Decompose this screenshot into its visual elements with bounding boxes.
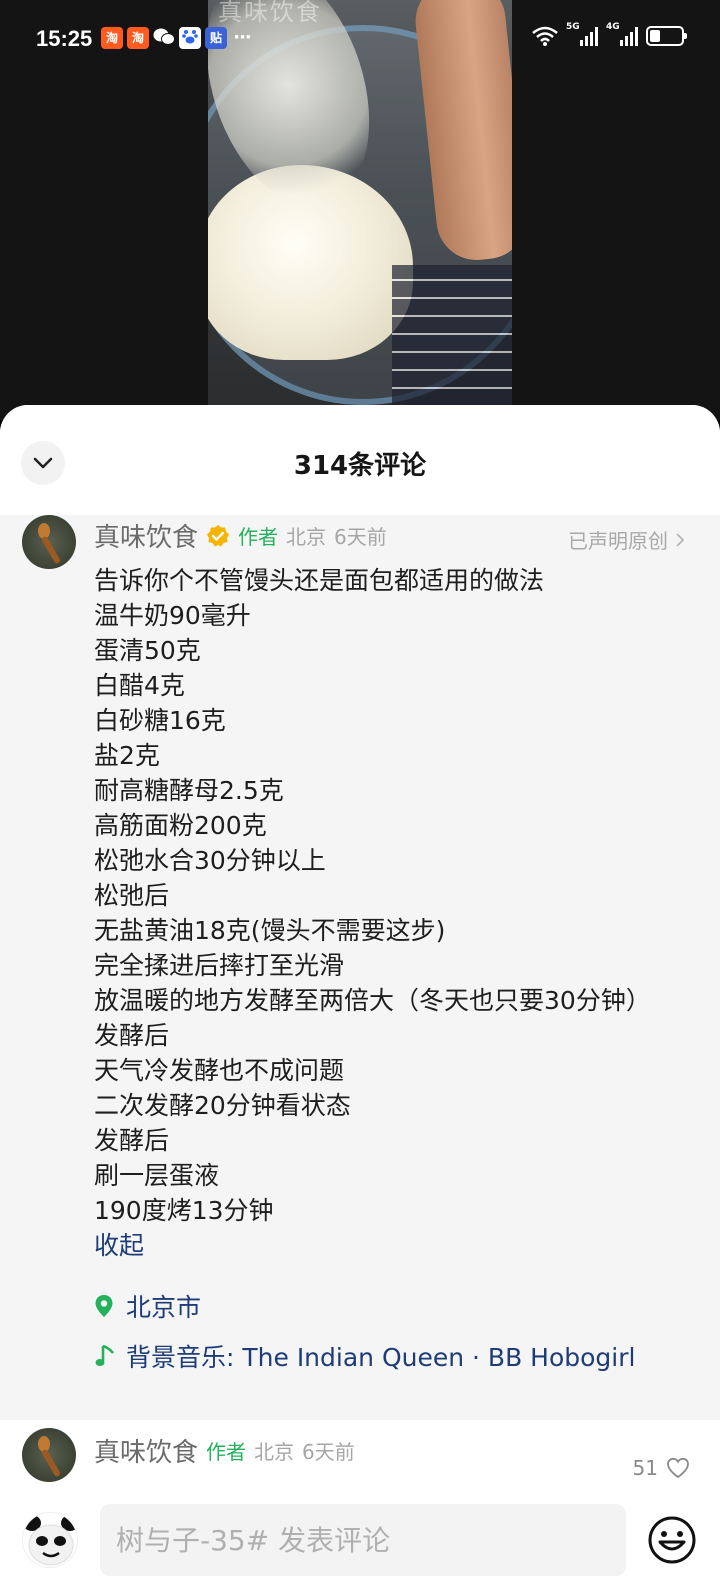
cloth-image [392,265,512,405]
comment-location: 北京 [254,1440,295,1464]
battery-icon [646,26,687,46]
comment-line: 蛋清50克 [94,636,201,665]
comment-location: 北京 [286,525,327,549]
comment-line: 白砂糖16克 [94,706,226,735]
comment-line: 耐高糖酵母2.5克 [94,776,284,805]
author-avatar[interactable] [22,1428,76,1482]
comment-header: 真味饮食 作者 北京 6天前 [94,517,387,554]
comment-time: 6天前 [302,1440,355,1464]
comment-line: 温牛奶90毫升 [94,601,251,630]
comment-input-bar [0,1490,720,1592]
system-icons: 5G 4G [532,22,687,46]
comment-line: 松弛后 [94,881,170,910]
user-avatar[interactable] [22,1512,78,1568]
sheet-header: 314条评论 [0,405,720,515]
like-button[interactable]: 51 [633,1456,690,1480]
emoji-icon[interactable] [646,1514,698,1566]
comment-line: 190度烤13分钟 [94,1196,274,1225]
comment-input[interactable] [100,1504,626,1576]
comment-line: 完全揉进后摔打至光滑 [94,951,345,980]
author-tag: 作者 [206,1440,247,1464]
signal-5g-icon: 5G [566,22,598,46]
author-name[interactable]: 真味饮食 [94,1432,198,1469]
tieba-icon: 贴 [205,27,227,49]
comment-time: 6天前 [334,525,387,549]
status-bar: 15:25 淘 淘 贴 ··· 5G 4G [0,0,720,80]
location-pin-icon [95,1295,113,1317]
comment-line: 放温暖的地方发酵至两倍大（冬天也只要30分钟） [94,986,651,1015]
notification-icons: 淘 淘 贴 ··· [101,27,253,49]
more-dots-icon: ··· [233,27,252,48]
comment-line: 无盐黄油18克(馒头不需要这步) [94,916,446,945]
wechat-icon [153,27,175,49]
comment-line: 松弛水合30分钟以上 [94,846,326,875]
panda-face-icon [23,1513,77,1567]
baidu-icon [179,27,201,49]
chevron-right-icon [676,532,684,547]
comment-line: 白醋4克 [94,671,185,700]
comment-line: 发酵后 [94,1021,170,1050]
taobao-icon: 淘 [101,27,123,49]
signal-4g-icon: 4G [606,22,638,46]
music-note-icon [95,1344,115,1366]
pinned-comment[interactable]: 真味饮食 作者 北京 6天前 已声明原创 告诉你个不管馒头还是面包都适用的做法 … [0,515,720,1420]
music-text: 背景音乐: The Indian Queen · BB Hobogirl [126,1343,636,1372]
comment-line: 高筋面粉200克 [94,811,267,840]
comment-line: 刷一层蛋液 [94,1161,220,1190]
comment-line: 告诉你个不管馒头还是面包都适用的做法 [94,566,545,595]
location-text: 北京市 [126,1293,202,1322]
declared-label: 已声明原创 [568,529,668,553]
original-declared-link[interactable]: 已声明原创 [568,525,684,554]
comment-body: 告诉你个不管馒头还是面包都适用的做法 温牛奶90毫升 蛋清50克 白醋4克 白砂… [94,563,714,1263]
comment-line: 天气冷发酵也不成问题 [94,1056,345,1085]
comment-line: 盐2克 [94,741,160,770]
status-time: 15:25 [36,26,93,51]
wifi-icon [532,26,558,46]
taobao-icon: 淘 [127,27,149,49]
comment-line: 二次发酵20分钟看状态 [94,1091,351,1120]
comment-sheet: 314条评论 真味饮食 作者 北京 6天前 已声明原创 告诉你个不管馒头还是面包… [0,405,720,1592]
background-music-link[interactable]: 背景音乐: The Indian Queen · BB Hobogirl [94,1338,635,1374]
author-name[interactable]: 真味饮食 [94,517,198,554]
like-count: 51 [632,1456,658,1480]
author-avatar[interactable] [22,515,76,569]
comment-line: 发酵后 [94,1126,170,1155]
author-tag: 作者 [238,525,279,549]
verified-badge-icon [207,524,230,546]
comment-header: 真味饮食 作者 北京 6天前 [94,1432,355,1469]
location-link[interactable]: 北京市 [94,1288,201,1324]
heart-icon [667,1457,689,1479]
comment-count-title: 314条评论 [293,451,427,481]
collapse-text-link[interactable]: 收起 [94,1228,714,1263]
